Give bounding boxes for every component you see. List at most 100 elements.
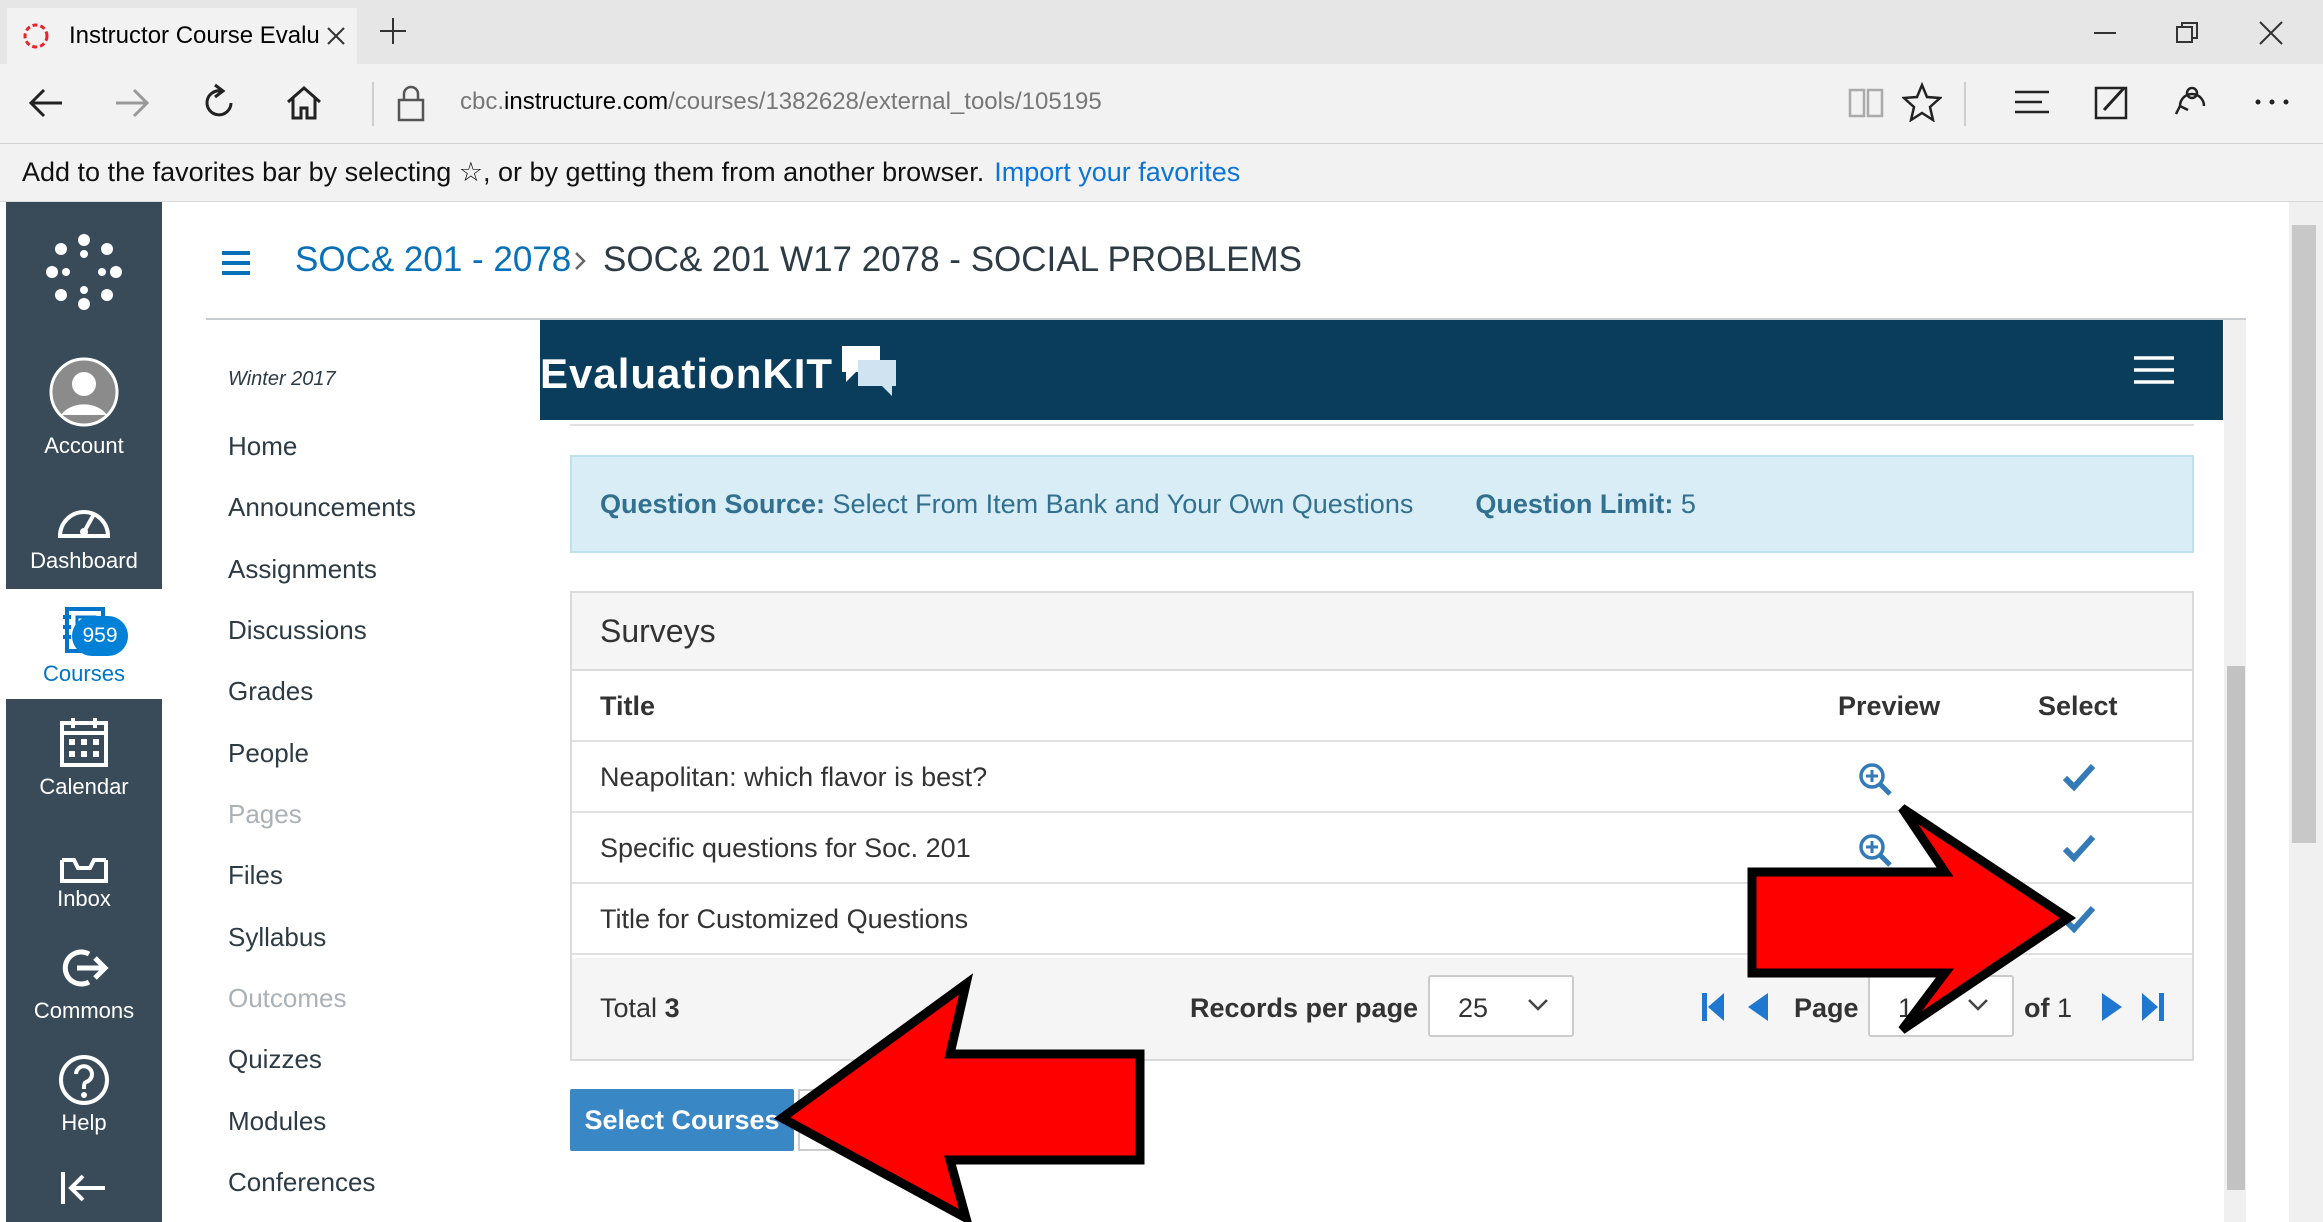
commons-icon — [6, 946, 162, 990]
course-nav-grades[interactable]: Grades — [228, 676, 313, 707]
canvas-logo[interactable] — [6, 232, 162, 312]
global-nav-label: Commons — [33, 998, 135, 1023]
column-header-title[interactable]: Title — [600, 691, 655, 722]
preview-zoom-icon[interactable] — [1858, 833, 1892, 867]
total-value: 3 — [664, 993, 680, 1023]
evaluationkit-divider — [570, 424, 2194, 426]
next-page-icon[interactable] — [2100, 990, 2126, 1024]
course-nav-syllabus[interactable]: Syllabus — [228, 922, 326, 953]
global-nav-account[interactable]: Account — [6, 357, 162, 459]
more-options-icon[interactable] — [2252, 82, 2292, 122]
page-scrollbar-thumb[interactable] — [2292, 225, 2316, 843]
course-nav-pages[interactable]: Pages — [228, 799, 302, 830]
global-nav-commons[interactable]: Commons — [6, 946, 162, 1024]
global-nav-calendar[interactable]: Calendar — [6, 716, 162, 800]
evaluationkit-logo: EvaluationKIT — [540, 350, 834, 397]
previous-page-icon[interactable] — [1744, 990, 1770, 1024]
select-check-icon[interactable] — [2062, 833, 2096, 863]
global-nav-label: Courses — [43, 661, 125, 686]
forward-arrow-icon[interactable] — [110, 82, 152, 124]
page-label: Page — [1794, 993, 1859, 1023]
table-header-row: Title Preview Select — [572, 671, 2192, 742]
help-icon — [6, 1054, 162, 1106]
table-row: Title for Customized Questions — [572, 884, 2192, 955]
course-menu-toggle-icon[interactable] — [222, 250, 250, 276]
close-window-icon[interactable] — [2256, 18, 2286, 48]
global-nav-label: Inbox — [57, 886, 111, 911]
course-nav-modules[interactable]: Modules — [228, 1106, 326, 1137]
page-total: of 1 — [2024, 993, 2072, 1024]
column-header-preview: Preview — [1838, 691, 1941, 721]
of-value: 1 — [2057, 993, 2073, 1023]
canvas-favicon-icon — [21, 21, 51, 51]
chat-bubble-icon — [838, 342, 900, 398]
minimize-icon[interactable] — [2090, 18, 2120, 48]
avatar-icon — [6, 357, 162, 427]
back-arrow-icon[interactable] — [26, 82, 68, 124]
tab-title: Instructor Course Evalua — [69, 22, 319, 49]
breadcrumb-chevron-icon — [572, 248, 588, 274]
url-path: /courses/1382628/external_tools/105195 — [668, 88, 1102, 115]
breadcrumb-course-link[interactable]: SOC& 201 - 2078 — [295, 240, 571, 280]
new-tab-icon[interactable] — [378, 16, 408, 46]
secondary-button[interactable] — [798, 1089, 838, 1151]
course-nav-conferences[interactable]: Conferences — [228, 1167, 375, 1198]
page-number-value: 1 — [1898, 993, 1914, 1023]
favorite-star-icon[interactable] — [1902, 82, 1942, 122]
last-page-icon[interactable] — [2140, 990, 2166, 1024]
course-nav-home[interactable]: Home — [228, 431, 297, 462]
course-term: Winter 2017 — [228, 368, 336, 390]
question-source-label: Question Source: — [600, 488, 826, 519]
toolbar-separator — [1964, 82, 1966, 126]
surveys-panel-header: Surveys — [572, 593, 2192, 671]
select-courses-button[interactable]: Select Courses — [570, 1089, 794, 1151]
course-nav-files[interactable]: Files — [228, 860, 283, 891]
question-limit-label: Question Limit: — [1475, 488, 1674, 519]
course-nav-outcomes[interactable]: Outcomes — [228, 983, 347, 1014]
surveys-panel: Surveys Title Preview Select Neapolitan:… — [570, 591, 2194, 1061]
evaluationkit-menu-icon[interactable] — [2132, 354, 2176, 386]
course-nav-people[interactable]: People — [228, 738, 309, 769]
home-icon[interactable] — [283, 82, 325, 124]
browser-tab[interactable]: Instructor Course Evalua — [7, 8, 357, 64]
web-note-icon[interactable] — [2092, 82, 2132, 122]
inbox-unread-badge: 959 — [72, 616, 128, 656]
collapse-nav-button[interactable] — [6, 1168, 162, 1208]
share-icon[interactable] — [2172, 82, 2212, 122]
import-favorites-link[interactable]: Import your favorites — [994, 157, 1240, 188]
address-bar[interactable]: cbc.instructure.com/courses/1382628/exte… — [460, 88, 1102, 116]
global-nav-inbox[interactable]: Inbox — [6, 850, 162, 912]
course-nav-announcements[interactable]: Announcements — [228, 492, 416, 523]
of-label: of — [2024, 993, 2050, 1023]
page-number-select[interactable]: 1 — [1868, 975, 2014, 1037]
hub-icon[interactable] — [2012, 82, 2052, 122]
close-tab-icon[interactable] — [325, 25, 347, 47]
favorites-bar: Add to the favorites bar by selecting ☆,… — [0, 144, 2323, 202]
refresh-icon[interactable] — [198, 82, 240, 124]
survey-title: Title for Customized Questions — [600, 904, 969, 934]
total-count: Total 3 — [600, 993, 680, 1024]
global-nav-label: Account — [44, 433, 124, 458]
first-page-icon[interactable] — [1700, 990, 1726, 1024]
browser-nav-bar: cbc.instructure.com/courses/1382628/exte… — [0, 64, 2323, 144]
course-nav-quizzes[interactable]: Quizzes — [228, 1044, 322, 1075]
global-nav-dashboard[interactable]: Dashboard — [6, 496, 162, 574]
course-nav-discussions[interactable]: Discussions — [228, 615, 367, 646]
reading-view-icon[interactable] — [1846, 82, 1886, 122]
select-check-icon[interactable] — [2062, 904, 2096, 934]
preview-zoom-icon[interactable] — [1858, 762, 1892, 796]
restore-icon[interactable] — [2172, 18, 2202, 48]
course-nav-assignments[interactable]: Assignments — [228, 554, 377, 585]
address-separator — [372, 82, 374, 126]
frame-scrollbar-thumb[interactable] — [2227, 666, 2245, 1190]
table-row: Neapolitan: which flavor is best? — [572, 742, 2192, 813]
global-nav-help[interactable]: Help — [6, 1054, 162, 1136]
records-per-page-select[interactable]: 25 — [1428, 975, 1574, 1037]
dashboard-icon — [6, 496, 162, 542]
table-row: Specific questions for Soc. 201 — [572, 813, 2192, 884]
select-check-icon[interactable] — [2062, 762, 2096, 792]
column-header-select: Select — [2038, 691, 2118, 721]
survey-title: Specific questions for Soc. 201 — [600, 833, 971, 863]
browser-title-bar: Instructor Course Evalua — [0, 0, 2323, 64]
surveys-title: Surveys — [600, 613, 716, 649]
